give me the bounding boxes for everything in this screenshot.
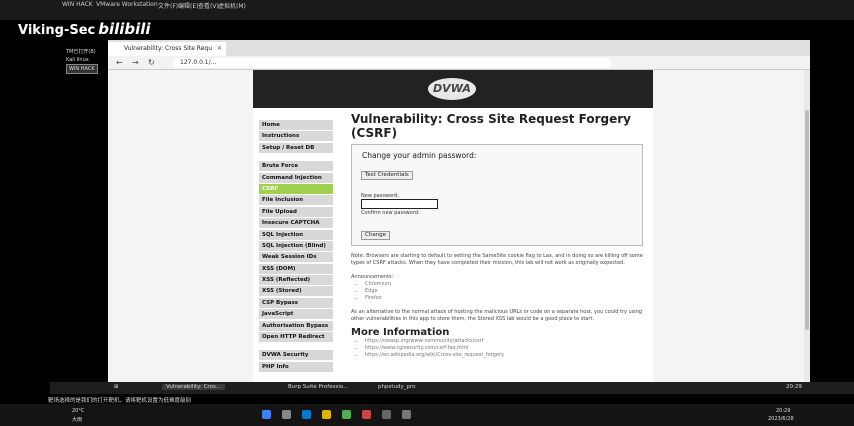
confirm-password-label: Confirm new password: xyxy=(361,210,420,216)
search-icon[interactable] xyxy=(282,410,291,419)
list-item[interactable]: https://owasp.org/www-community/attacks/… xyxy=(365,338,651,345)
dvwa-header: DVWA xyxy=(253,70,653,108)
video-subtitle: 靶场选择的是我们的打开靶机，请将靶机设置为低难度级别 xyxy=(48,398,192,404)
browser-tab[interactable]: Vulnerability: Cross Site Requ ✕ xyxy=(108,42,226,56)
samesite-note: Note: Browsers are starting to default t… xyxy=(351,253,643,266)
more-info-list: https://owasp.org/www-community/attacks/… xyxy=(365,338,651,359)
sidebar-item-php-info[interactable]: PHP Info xyxy=(259,361,333,372)
sidebar-item-file-upload[interactable]: File Upload xyxy=(259,206,333,217)
vm-tooltip: TM已打开(B) Kali linux WIN HACK xyxy=(66,48,98,74)
sidebar-item-csrf[interactable]: CSRF xyxy=(259,183,333,194)
guest-clock: 20:29 xyxy=(786,384,802,390)
sidebar-item-csp-bypass[interactable]: CSP Bypass xyxy=(259,297,333,308)
tooltip-line1: TM已打开(B) xyxy=(66,49,96,55)
taskbar-item-burp[interactable]: Burp Suite Professio... xyxy=(288,384,348,390)
taskbar-item-phpstudy[interactable]: phpstudy_pro xyxy=(378,384,415,390)
vm-title-bar: WIN HACK VMware Workstation 文件(F) 编辑(E) … xyxy=(0,0,854,10)
app-icon[interactable] xyxy=(362,410,371,419)
host-date: 2023/6/28 xyxy=(768,416,794,422)
sidebar-item-javascript[interactable]: JavaScript xyxy=(259,309,333,320)
dvwa-container: DVWA Home Instructions Setup / Reset DB … xyxy=(253,70,653,382)
address-input[interactable]: 127.0.0.1/... xyxy=(172,58,612,68)
list-item[interactable]: Edge xyxy=(365,288,651,295)
bilibili-logo: bilibili xyxy=(98,20,151,38)
weather-desc: 大雨 xyxy=(72,417,83,423)
page-viewport: DVWA Home Instructions Setup / Reset DB … xyxy=(108,70,810,382)
watermark-text: Viking-Sec xyxy=(18,23,96,38)
sidebar-item-xss-reflected[interactable]: XSS (Reflected) xyxy=(259,275,333,286)
list-item[interactable]: https://www.cgisecurity.com/csrf-faq.htm… xyxy=(365,345,651,352)
menu-file[interactable]: 文件(F) xyxy=(158,1,178,10)
sidebar-item-weak-session[interactable]: Weak Session IDs xyxy=(259,252,333,263)
taskbar-item-browser[interactable]: Vulnerability: Cros... xyxy=(162,384,226,390)
test-credentials-button[interactable]: Test Credentials xyxy=(361,171,413,180)
sidebar-item-sql-injection-blind[interactable]: SQL Injection (Blind) xyxy=(259,240,333,251)
sidebar-item-file-inclusion[interactable]: File Inclusion xyxy=(259,195,333,206)
start-icon[interactable]: ⊞ xyxy=(114,384,119,390)
host-clock: 20:29 xyxy=(776,408,791,414)
browser-window: Vulnerability: Cross Site Requ ✕ ← → ↻ 1… xyxy=(108,40,810,382)
scrollbar-thumb[interactable] xyxy=(805,110,809,330)
dvwa-logo: DVWA xyxy=(428,78,476,100)
weather-temp[interactable]: 20°C xyxy=(72,408,84,414)
sidebar-item-xss-dom[interactable]: XSS (DOM) xyxy=(259,263,333,274)
sidebar-item-insecure-captcha[interactable]: Insecure CAPTCHA xyxy=(259,218,333,229)
sidebar-menu: Home Instructions Setup / Reset DB Brute… xyxy=(259,120,333,373)
sidebar-item-command-injection[interactable]: Command Injection xyxy=(259,172,333,183)
vm-name: WIN HACK xyxy=(62,1,93,8)
guest-taskbar: ⊞ Vulnerability: Cros... Burp Suite Prof… xyxy=(50,382,854,394)
menu-edit[interactable]: 编辑(E) xyxy=(178,1,198,10)
sidebar-item-setup[interactable]: Setup / Reset DB xyxy=(259,142,333,153)
sidebar-item-brute-force[interactable]: Brute Force xyxy=(259,161,333,172)
vmware-icon[interactable] xyxy=(382,410,391,419)
menu-vm[interactable]: 虚拟机(M) xyxy=(218,1,246,10)
list-item[interactable]: Firefox xyxy=(365,295,651,302)
page-title: Vulnerability: Cross Site Request Forger… xyxy=(351,112,631,140)
watermark: Viking-Sec bilibili xyxy=(18,20,151,38)
page-scrollbar[interactable] xyxy=(804,70,810,382)
list-item[interactable]: https://en.wikipedia.org/wiki/Cross-site… xyxy=(365,352,651,359)
back-icon[interactable]: ← xyxy=(116,58,123,67)
tooltip-line3: WIN HACK xyxy=(66,64,98,74)
form-heading: Change your admin password: xyxy=(362,151,477,160)
change-button[interactable]: Change xyxy=(361,231,391,240)
sidebar-item-auth-bypass[interactable]: Authorisation Bypass xyxy=(259,320,333,331)
reload-icon[interactable]: ↻ xyxy=(148,58,155,67)
tab-bar: Vulnerability: Cross Site Requ ✕ xyxy=(108,40,810,56)
host-taskbar: 20°C 大雨 20:29 2023/6/28 xyxy=(0,404,854,426)
sidebar-item-home[interactable]: Home xyxy=(259,120,333,130)
password-form: Change your admin password: Test Credent… xyxy=(351,144,643,246)
alternative-note: As an alternative to the normal attack o… xyxy=(351,309,643,322)
menu-view[interactable]: 查看(V) xyxy=(198,1,219,10)
more-info-heading: More Information xyxy=(351,327,450,338)
windows-start-icon[interactable] xyxy=(262,410,271,419)
new-password-field[interactable] xyxy=(361,199,438,209)
tooltip-line2: Kali linux xyxy=(66,57,89,63)
announcements-list: Chromium Edge Firefox xyxy=(365,281,651,302)
sidebar-item-dvwa-security[interactable]: DVWA Security xyxy=(259,350,333,361)
wechat-icon[interactable] xyxy=(342,410,351,419)
close-tab-icon[interactable]: ✕ xyxy=(217,42,222,56)
edge-icon[interactable] xyxy=(302,410,311,419)
vm-toolbar xyxy=(0,10,854,20)
list-item[interactable]: Chromium xyxy=(365,281,651,288)
sidebar-item-instructions[interactable]: Instructions xyxy=(259,131,333,142)
tab-title: Vulnerability: Cross Site Requ xyxy=(124,45,212,52)
vm-app-name: VMware Workstation xyxy=(96,1,158,8)
forward-icon[interactable]: → xyxy=(132,58,139,67)
main-content: Vulnerability: Cross Site Request Forger… xyxy=(351,112,651,359)
sidebar-item-open-redirect[interactable]: Open HTTP Redirect xyxy=(259,332,333,343)
folder-icon[interactable] xyxy=(322,410,331,419)
sidebar-item-xss-stored[interactable]: XSS (Stored) xyxy=(259,286,333,297)
announcements-label: Announcements: xyxy=(351,274,394,280)
vscode-icon[interactable] xyxy=(402,410,411,419)
sidebar-item-sql-injection[interactable]: SQL Injection xyxy=(259,229,333,240)
url-bar: ← → ↻ 127.0.0.1/... xyxy=(108,56,810,70)
